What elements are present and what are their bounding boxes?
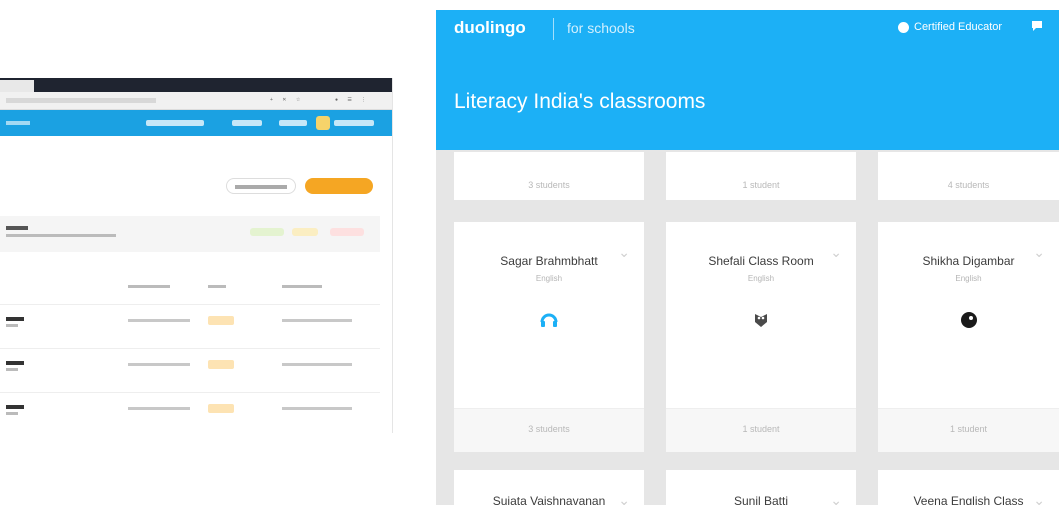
student-count: 3 students [528,180,570,190]
certified-educator-label: Certified Educator [914,21,1003,33]
student-count: 1 student [742,424,780,434]
left-app-header [0,110,392,136]
for-schools-label: for schools [567,20,635,36]
secondary-browser-window: + ✕ ☆ ● ☰ ⋮ [0,78,393,433]
classroom-language: English [747,274,775,283]
left-primary-button[interactable] [305,178,373,194]
duolingo-classrooms-page: duolingo for schools Certified Educator … [436,10,1059,505]
round-avatar-icon [960,312,977,328]
app-header: duolingo for schools Certified Educator … [436,10,1059,150]
student-count: 3 students [528,424,570,434]
left-nav-item-1[interactable] [146,120,204,126]
browser-menu-icons[interactable]: ● ☰ ⋮ [335,97,370,103]
student-count: 1 student [949,424,988,434]
duolingo-logo[interactable]: duolingo [454,18,526,38]
headphones-avatar-icon [539,309,559,329]
left-outline-button[interactable] [226,178,296,194]
classroom-name: Sunil Batti [733,494,789,505]
left-column-header[interactable] [128,285,170,288]
chat-icon[interactable] [1031,20,1043,32]
table-row[interactable] [0,348,380,388]
left-summary-panel [0,216,380,252]
bird-avatar-icon [755,314,767,327]
address-bar[interactable]: + ✕ ☆ ● ☰ ⋮ [0,92,392,110]
classroom-card-partial[interactable]: 4 students [878,152,1059,200]
browser-tools-icons[interactable]: + ✕ ☆ [270,97,304,103]
classroom-name: Sujata Vaishnavanan [492,494,606,505]
student-count: 4 students [947,180,990,190]
left-user-menu[interactable] [334,120,374,126]
classroom-name: Sagar Brahmbhatt [500,254,598,268]
classroom-language: English [535,274,563,283]
classroom-card-partial[interactable]: ⌄ Sujata Vaishnavanan [454,470,644,505]
status-pill-red [330,228,364,236]
classroom-card-partial[interactable]: 3 students [454,152,644,200]
table-row[interactable] [0,392,380,432]
page-title: Literacy India's classrooms [454,90,706,113]
left-app-logo[interactable] [6,121,30,125]
classroom-name: Shefali Class Room [708,254,814,268]
classroom-card-partial[interactable]: 1 student [666,152,856,200]
status-pill-green [250,228,284,236]
classroom-card[interactable]: ⌄ Shikha Digambar English 1 student [878,222,1059,452]
certified-educator-link[interactable]: Certified Educator [898,21,1002,33]
left-nav-item-3[interactable] [279,120,307,126]
header-divider [553,18,554,40]
student-count: 1 student [742,180,780,190]
badge-icon [898,21,909,33]
browser-tab[interactable] [0,80,34,92]
status-pill-yellow [292,228,318,236]
classroom-name: Shikha Digambar [922,254,1015,268]
classroom-card-partial[interactable]: ⌄ Sunil Batti [666,470,856,505]
classroom-language: English [955,274,982,283]
left-nav-item-2[interactable] [232,120,262,126]
left-user-avatar[interactable] [316,116,330,130]
classroom-card[interactable]: ⌄ Sagar Brahmbhatt English 3 students [454,222,644,452]
classroom-name: Veena English Class [913,494,1024,505]
left-column-header[interactable] [208,285,226,288]
left-column-header[interactable] [282,285,322,288]
classroom-card[interactable]: ⌄ Shefali Class Room English 1 student [666,222,856,452]
classroom-card-partial[interactable]: ⌄ Veena English Class [878,470,1059,505]
table-row[interactable] [0,304,380,344]
browser-titlebar [0,78,392,92]
url-field[interactable] [6,98,156,103]
